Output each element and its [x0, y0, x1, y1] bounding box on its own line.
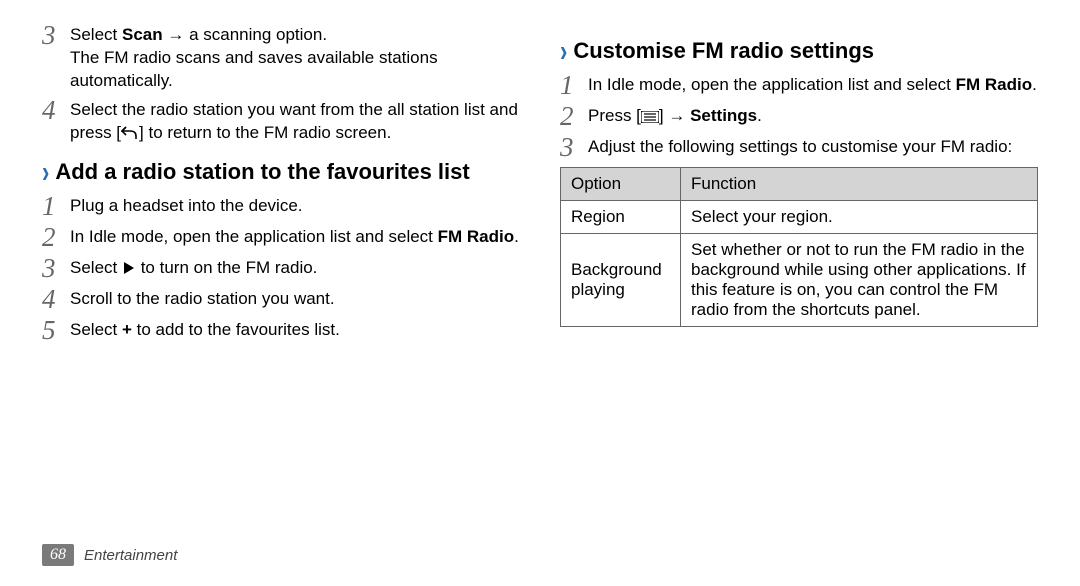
play-icon: [122, 261, 136, 275]
table-header-row: Option Function: [561, 168, 1038, 201]
heading-add-favourite: › Add a radio station to the favourites …: [42, 159, 520, 185]
step-item: 3Adjust the following settings to custom…: [560, 136, 1038, 161]
chevron-icon: ›: [42, 156, 49, 187]
step-body: Press [] → Settings.: [588, 105, 762, 128]
step-number: 2: [42, 224, 70, 251]
step-body: Plug a headset into the device.: [70, 195, 303, 218]
table-row: RegionSelect your region.: [561, 201, 1038, 234]
step-item: 1In Idle mode, open the application list…: [560, 74, 1038, 99]
step-item: 2In Idle mode, open the application list…: [42, 226, 520, 251]
step-number: 5: [42, 317, 70, 344]
step-number: 4: [42, 286, 70, 313]
back-icon: [121, 126, 139, 140]
heading-customise: › Customise FM radio settings: [560, 38, 1038, 64]
step-number: 3: [42, 255, 70, 282]
bold-text: Scan: [122, 25, 163, 44]
page-footer: 68 Entertainment: [42, 544, 177, 566]
step-body: In Idle mode, open the application list …: [70, 226, 519, 249]
bold-text: FM Radio: [956, 75, 1033, 94]
table-row: Background playingSet whether or not to …: [561, 234, 1038, 327]
step-body: Adjust the following settings to customi…: [588, 136, 1012, 159]
chevron-icon: ›: [560, 36, 567, 67]
section-label: Entertainment: [84, 547, 177, 564]
pre-steps-list: 3Select Scan → a scanning option.The FM …: [42, 24, 520, 145]
cell-option: Region: [561, 201, 681, 234]
step-number: 4: [42, 97, 70, 124]
step-body: Select + to add to the favourites list.: [70, 319, 340, 342]
bold-text: Settings: [690, 106, 757, 125]
columns: 3Select Scan → a scanning option.The FM …: [42, 24, 1038, 350]
step-number: 2: [560, 103, 588, 130]
step-item: 4Select the radio station you want from …: [42, 99, 520, 145]
step-item: 4Scroll to the radio station you want.: [42, 288, 520, 313]
step-item: 3Select Scan → a scanning option.The FM …: [42, 24, 520, 93]
bold-text: FM Radio: [438, 227, 515, 246]
step-body: Select the radio station you want from t…: [70, 99, 520, 145]
step-item: 5Select + to add to the favourites list.: [42, 319, 520, 344]
heading-text: Add a radio station to the favourites li…: [55, 159, 469, 185]
step-body: Select to turn on the FM radio.: [70, 257, 317, 280]
step-item: 3Select to turn on the FM radio.: [42, 257, 520, 282]
col-function: Function: [681, 168, 1038, 201]
right-column: › Customise FM radio settings 1In Idle m…: [560, 24, 1038, 350]
step-number: 1: [560, 72, 588, 99]
step-number: 1: [42, 193, 70, 220]
settings-table: Option Function RegionSelect your region…: [560, 167, 1038, 327]
step-item: 1Plug a headset into the device.: [42, 195, 520, 220]
left-column: 3Select Scan → a scanning option.The FM …: [42, 24, 520, 350]
manual-page: 3Select Scan → a scanning option.The FM …: [0, 0, 1080, 586]
step-body: In Idle mode, open the application list …: [588, 74, 1037, 97]
cell-option: Background playing: [561, 234, 681, 327]
step-body: Select Scan → a scanning option.The FM r…: [70, 24, 520, 93]
right-steps-list: 1In Idle mode, open the application list…: [560, 74, 1038, 161]
step-number: 3: [560, 134, 588, 161]
step-body: Scroll to the radio station you want.: [70, 288, 335, 311]
cell-function: Set whether or not to run the FM radio i…: [681, 234, 1038, 327]
step-extra: The FM radio scans and saves available s…: [70, 47, 520, 93]
menu-icon: [641, 111, 659, 123]
cell-function: Select your region.: [681, 201, 1038, 234]
left-steps-list: 1Plug a headset into the device.2In Idle…: [42, 195, 520, 344]
step-number: 3: [42, 22, 70, 49]
heading-text: Customise FM radio settings: [573, 38, 874, 64]
step-item: 2Press [] → Settings.: [560, 105, 1038, 130]
col-option: Option: [561, 168, 681, 201]
bold-text: +: [122, 320, 132, 339]
page-number: 68: [42, 544, 74, 566]
